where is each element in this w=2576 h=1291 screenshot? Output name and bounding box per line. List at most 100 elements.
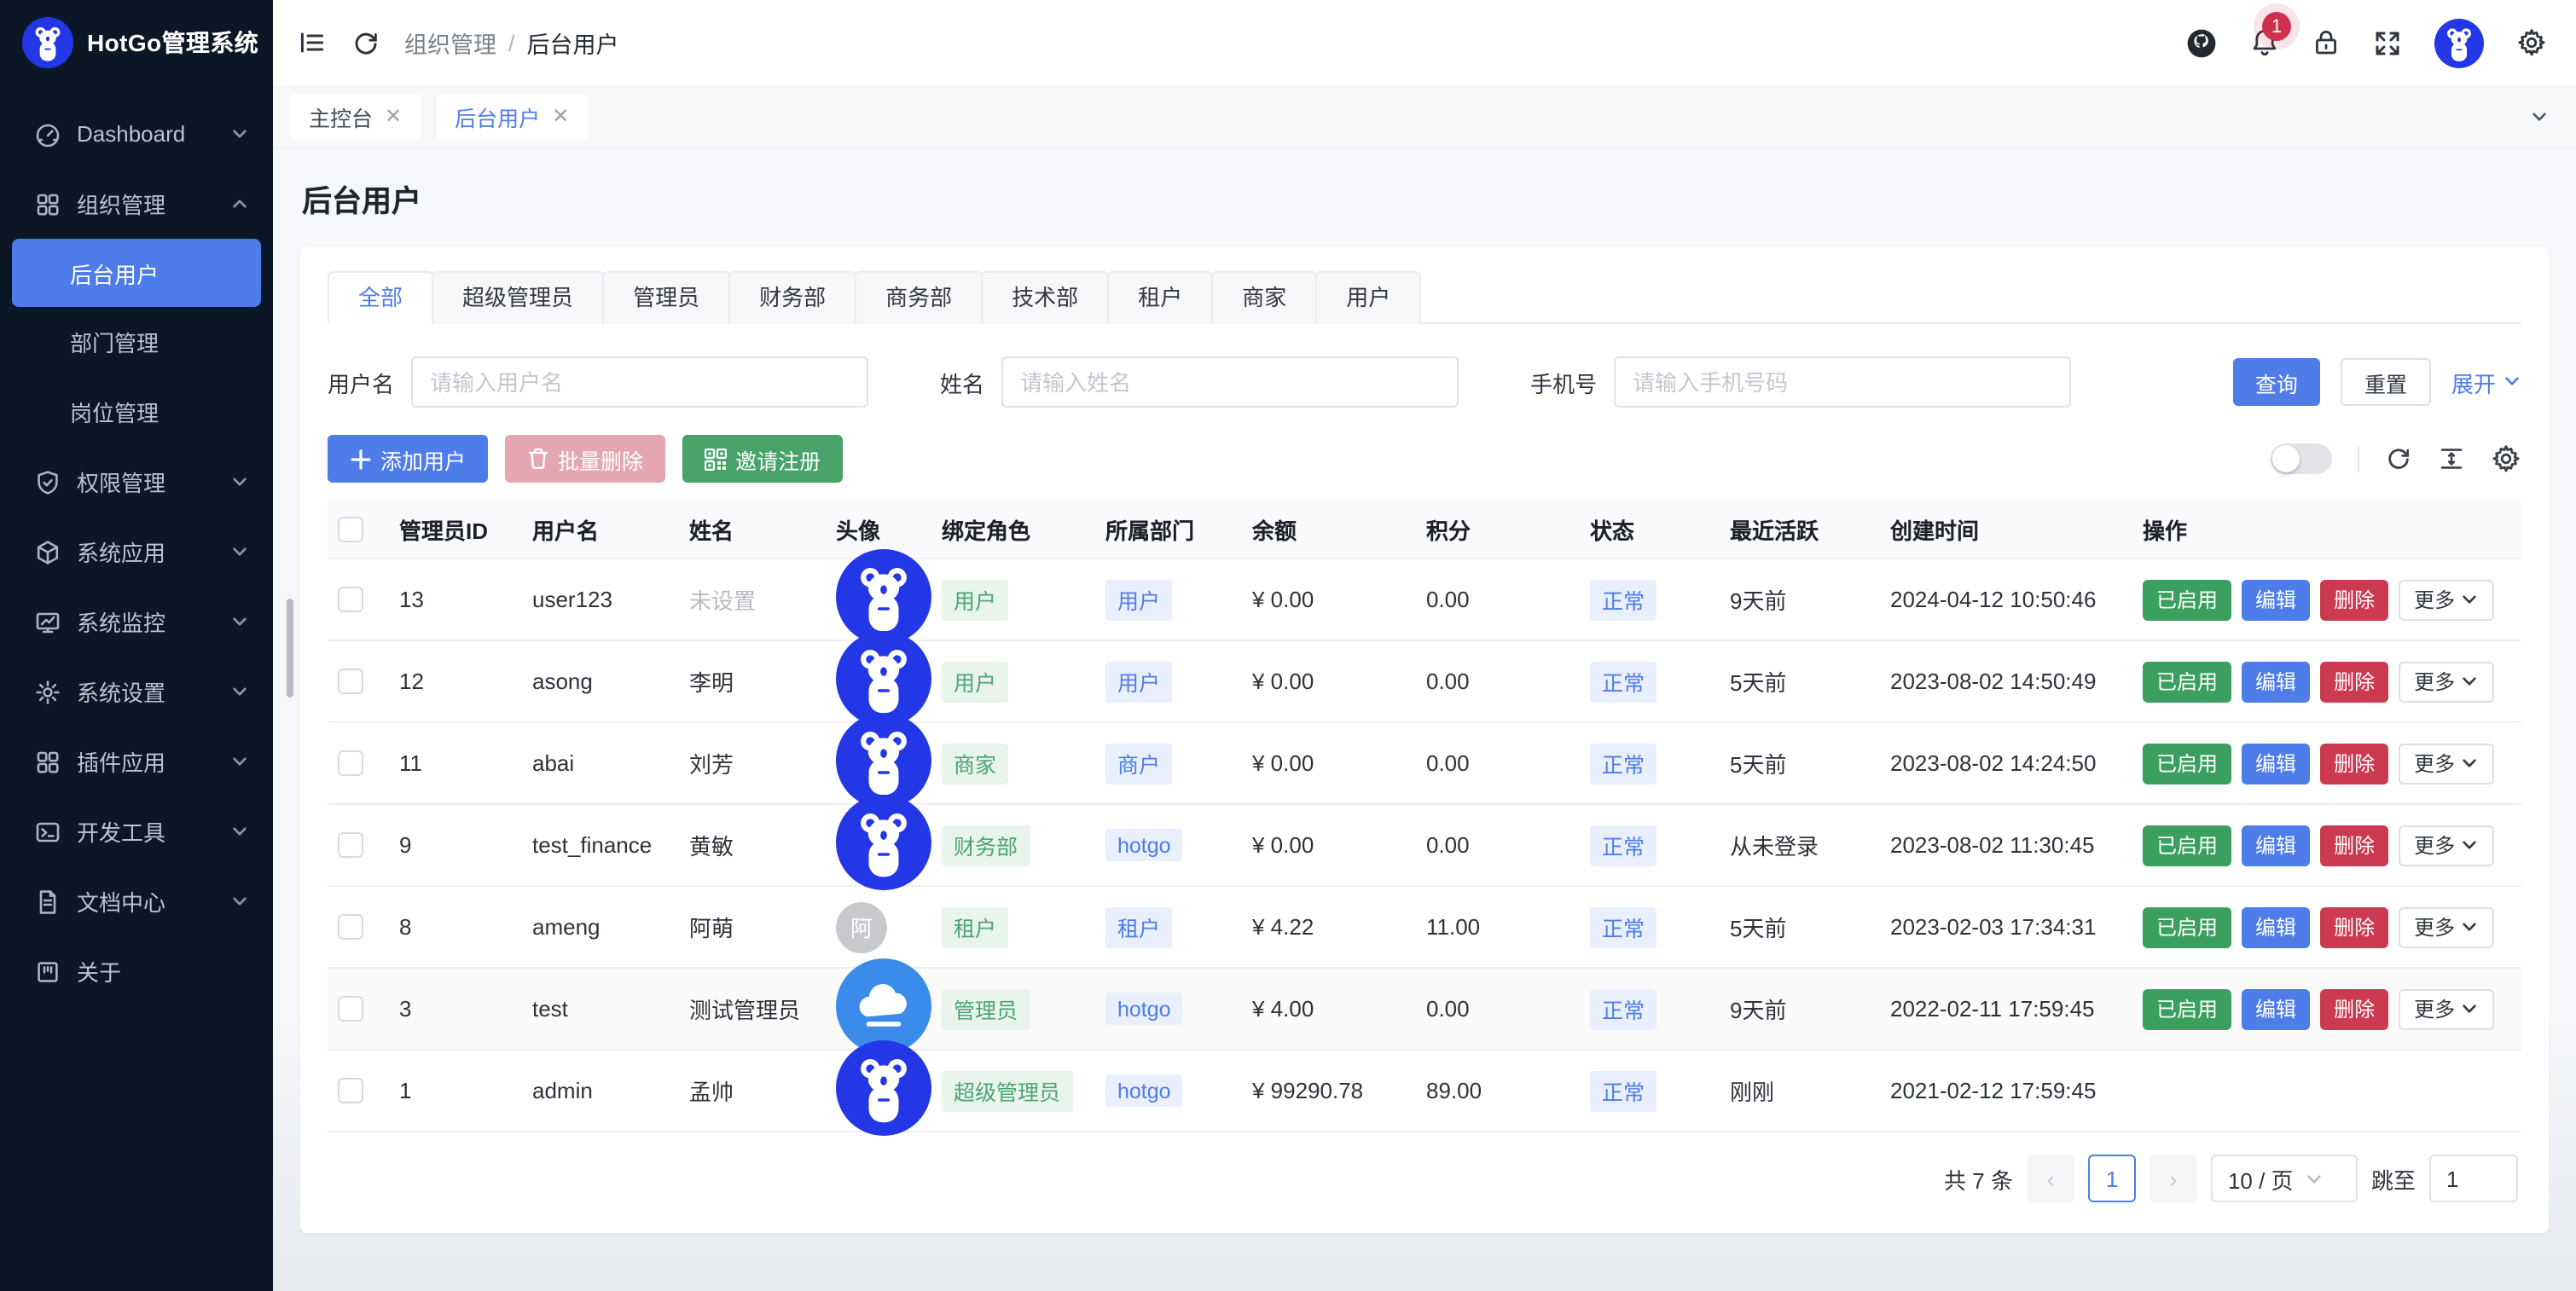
cell-department: 租户 — [1105, 906, 1252, 947]
prev-page-button[interactable]: ‹ — [2027, 1155, 2074, 1202]
sidebar-item-关于[interactable]: 关于 — [0, 936, 273, 1006]
breadcrumb-item[interactable]: 后台用户 — [527, 26, 619, 60]
enabled-button[interactable]: 已启用 — [2143, 661, 2231, 702]
row-checkbox[interactable] — [338, 669, 363, 694]
query-button[interactable]: 查询 — [2233, 358, 2320, 406]
filter-tab-超级管理员[interactable]: 超级管理员 — [432, 271, 604, 324]
github-icon[interactable] — [2185, 26, 2218, 59]
cell-name: 李明 — [689, 665, 836, 698]
expand-link[interactable]: 展开 — [2451, 366, 2521, 398]
edit-button[interactable]: 编辑 — [2242, 988, 2310, 1029]
chevron-down-icon — [2460, 836, 2479, 854]
tab-主控台[interactable]: 主控台✕ — [290, 93, 421, 139]
delete-button[interactable]: 删除 — [2320, 906, 2388, 947]
more-button[interactable]: 更多 — [2399, 988, 2494, 1029]
page-size-select[interactable]: 10 / 页 — [2211, 1155, 2358, 1202]
filter-tab-财务部[interactable]: 财务部 — [728, 271, 856, 324]
手机号-input[interactable] — [1614, 356, 2071, 408]
enabled-button[interactable]: 已启用 — [2143, 825, 2231, 865]
sidebar-item-文档中心[interactable]: 文档中心 — [0, 866, 273, 936]
sidebar-item-插件应用[interactable]: 插件应用 — [0, 727, 273, 796]
row-checkbox[interactable] — [338, 587, 363, 612]
filter-tab-用户[interactable]: 用户 — [1315, 271, 1421, 324]
sidebar-subitem-后台用户[interactable]: 后台用户 — [12, 239, 261, 307]
edit-button[interactable]: 编辑 — [2242, 743, 2310, 784]
add-user-button[interactable]: 添加用户 — [328, 435, 488, 483]
filter-tab-全部[interactable]: 全部 — [328, 271, 433, 324]
nav-tabstrip: 主控台✕ 后台用户✕ — [273, 85, 2576, 148]
enabled-button[interactable]: 已启用 — [2143, 988, 2231, 1029]
refresh-page-icon[interactable] — [351, 28, 380, 57]
users-table: 管理员ID用户名姓名头像绑定角色所属部门余额积分状态最近活跃创建时间操作13us… — [328, 500, 2521, 1132]
scrollbar-thumb[interactable] — [287, 599, 293, 698]
edit-button[interactable]: 编辑 — [2242, 661, 2310, 702]
lock-screen-icon[interactable] — [2312, 27, 2341, 58]
more-button[interactable]: 更多 — [2399, 579, 2494, 620]
close-icon[interactable]: ✕ — [385, 104, 402, 128]
chevron-down-icon — [230, 752, 249, 771]
page-1-button[interactable]: 1 — [2088, 1155, 2136, 1202]
breadcrumb-item[interactable]: 组织管理 — [404, 26, 496, 60]
delete-button[interactable]: 删除 — [2320, 579, 2388, 620]
enabled-button[interactable]: 已启用 — [2143, 906, 2231, 947]
more-button[interactable]: 更多 — [2399, 743, 2494, 784]
sidebar-item-组织管理[interactable]: 组织管理 — [0, 169, 273, 239]
cell-admin-id: 13 — [399, 587, 532, 612]
next-page-button[interactable]: › — [2150, 1155, 2197, 1202]
filter-tab-技术部[interactable]: 技术部 — [981, 271, 1109, 324]
cell-balance: ¥ 0.00 — [1252, 750, 1426, 776]
sidebar-subitem-部门管理[interactable]: 部门管理 — [0, 307, 273, 377]
more-button[interactable]: 更多 — [2399, 661, 2494, 702]
tab-后台用户[interactable]: 后台用户✕ — [436, 93, 588, 139]
sidebar-item-系统监控[interactable]: 系统监控 — [0, 587, 273, 657]
sidebar-item-开发工具[interactable]: 开发工具 — [0, 796, 273, 866]
delete-button[interactable]: 删除 — [2320, 743, 2388, 784]
delete-button[interactable]: 删除 — [2320, 825, 2388, 865]
role-filter-tabs: 全部超级管理员管理员财务部商务部技术部租户商家用户 — [328, 271, 2521, 324]
header-checkbox[interactable] — [338, 516, 363, 541]
row-checkbox[interactable] — [338, 832, 363, 858]
delete-button[interactable]: 删除 — [2320, 661, 2388, 702]
tab-actions-chevron-down-icon[interactable] — [2530, 107, 2559, 125]
sidebar-item-系统设置[interactable]: 系统设置 — [0, 657, 273, 727]
filter-tab-租户[interactable]: 租户 — [1107, 271, 1213, 324]
close-icon[interactable]: ✕ — [552, 104, 569, 128]
invite-register-button[interactable]: 邀请注册 — [682, 435, 843, 483]
enabled-button[interactable]: 已启用 — [2143, 743, 2231, 784]
batch-delete-button[interactable]: 批量删除 — [505, 435, 665, 483]
reset-button[interactable]: 重置 — [2341, 358, 2431, 406]
row-checkbox[interactable] — [338, 996, 363, 1022]
table-striped-toggle[interactable] — [2271, 443, 2332, 474]
reload-table-icon[interactable] — [2385, 445, 2412, 472]
jump-page-input[interactable] — [2429, 1155, 2518, 1202]
row-checkbox[interactable] — [338, 750, 363, 776]
column-settings-gear-icon[interactable] — [2491, 443, 2521, 474]
delete-button[interactable]: 删除 — [2320, 988, 2388, 1029]
enabled-button[interactable]: 已启用 — [2143, 579, 2231, 620]
chevron-down-icon — [230, 542, 249, 561]
filter-tab-管理员[interactable]: 管理员 — [602, 271, 730, 324]
fullscreen-icon[interactable] — [2373, 28, 2402, 57]
用户名-input[interactable] — [411, 356, 868, 408]
filter-tab-商务部[interactable]: 商务部 — [855, 271, 983, 324]
more-button[interactable]: 更多 — [2399, 906, 2494, 947]
row-checkbox[interactable] — [338, 1078, 363, 1103]
sidebar-item-权限管理[interactable]: 权限管理 — [0, 447, 273, 517]
edit-button[interactable]: 编辑 — [2242, 825, 2310, 865]
sidebar-item-Dashboard[interactable]: Dashboard — [0, 99, 273, 169]
settings-gear-icon[interactable] — [2516, 27, 2547, 58]
row-density-icon[interactable] — [2438, 445, 2465, 472]
cell-status: 正常 — [1590, 988, 1730, 1029]
more-button[interactable]: 更多 — [2399, 825, 2494, 865]
user-avatar[interactable] — [2434, 18, 2484, 67]
edit-button[interactable]: 编辑 — [2242, 579, 2310, 620]
sidebar-subitem-岗位管理[interactable]: 岗位管理 — [0, 377, 273, 447]
row-checkbox[interactable] — [338, 914, 363, 940]
edit-button[interactable]: 编辑 — [2242, 906, 2310, 947]
logo-row[interactable]: HotGo管理系统 — [0, 0, 273, 85]
sidebar-item-系统应用[interactable]: 系统应用 — [0, 517, 273, 587]
menu-collapse-icon[interactable] — [297, 27, 328, 58]
姓名-input[interactable] — [1001, 356, 1459, 408]
filter-tab-商家[interactable]: 商家 — [1211, 271, 1317, 324]
notifications-button[interactable]: 1 — [2250, 27, 2279, 58]
